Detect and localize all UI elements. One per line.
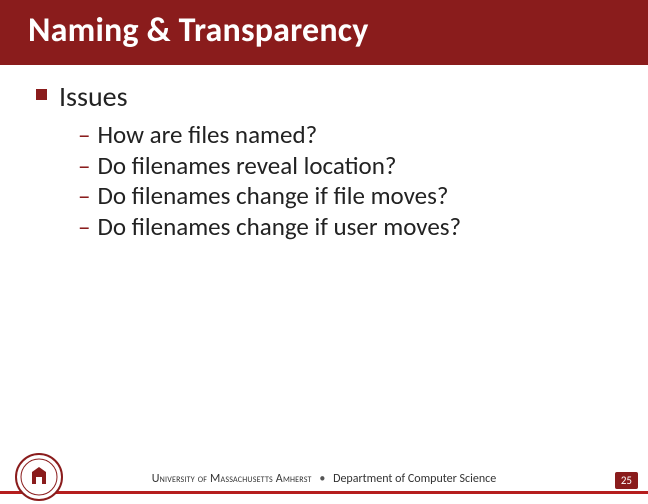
section-heading: Issues: [59, 79, 128, 114]
dash-bullet-icon: –: [78, 151, 90, 182]
slide-title: Naming & Transparency: [28, 10, 369, 51]
bullet-level2: – How are files named?: [78, 120, 648, 151]
dash-bullet-icon: –: [78, 181, 90, 212]
square-bullet-icon: [36, 89, 47, 100]
sub-bullet-group: – How are files named? – Do filenames re…: [36, 120, 648, 242]
dash-bullet-icon: –: [78, 120, 90, 151]
department-name: Department of Computer Science: [333, 472, 496, 486]
sub-item: Do filenames reveal location?: [97, 151, 396, 182]
bullet-level2: – Do filenames reveal location?: [78, 151, 648, 182]
sub-item: Do filenames change if file moves?: [97, 181, 448, 212]
dash-bullet-icon: –: [78, 212, 90, 243]
footer-divider: [0, 491, 648, 494]
bullet-level2: – Do filenames change if user moves?: [78, 212, 648, 243]
footer-text: University of Massachusetts Amherst • De…: [0, 472, 648, 486]
bullet-level2: – Do filenames change if file moves?: [78, 181, 648, 212]
slide-content: Issues – How are files named? – Do filen…: [0, 65, 648, 242]
sub-item: Do filenames change if user moves?: [97, 212, 461, 243]
slide-title-band: Naming & Transparency: [0, 0, 648, 65]
separator-dot: •: [314, 472, 330, 486]
university-name: University of Massachusetts Amherst: [152, 472, 312, 486]
slide-footer: University of Massachusetts Amherst • De…: [0, 448, 648, 504]
page-number: 25: [615, 472, 638, 489]
bullet-level1: Issues: [36, 79, 648, 114]
sub-item: How are files named?: [97, 120, 317, 151]
